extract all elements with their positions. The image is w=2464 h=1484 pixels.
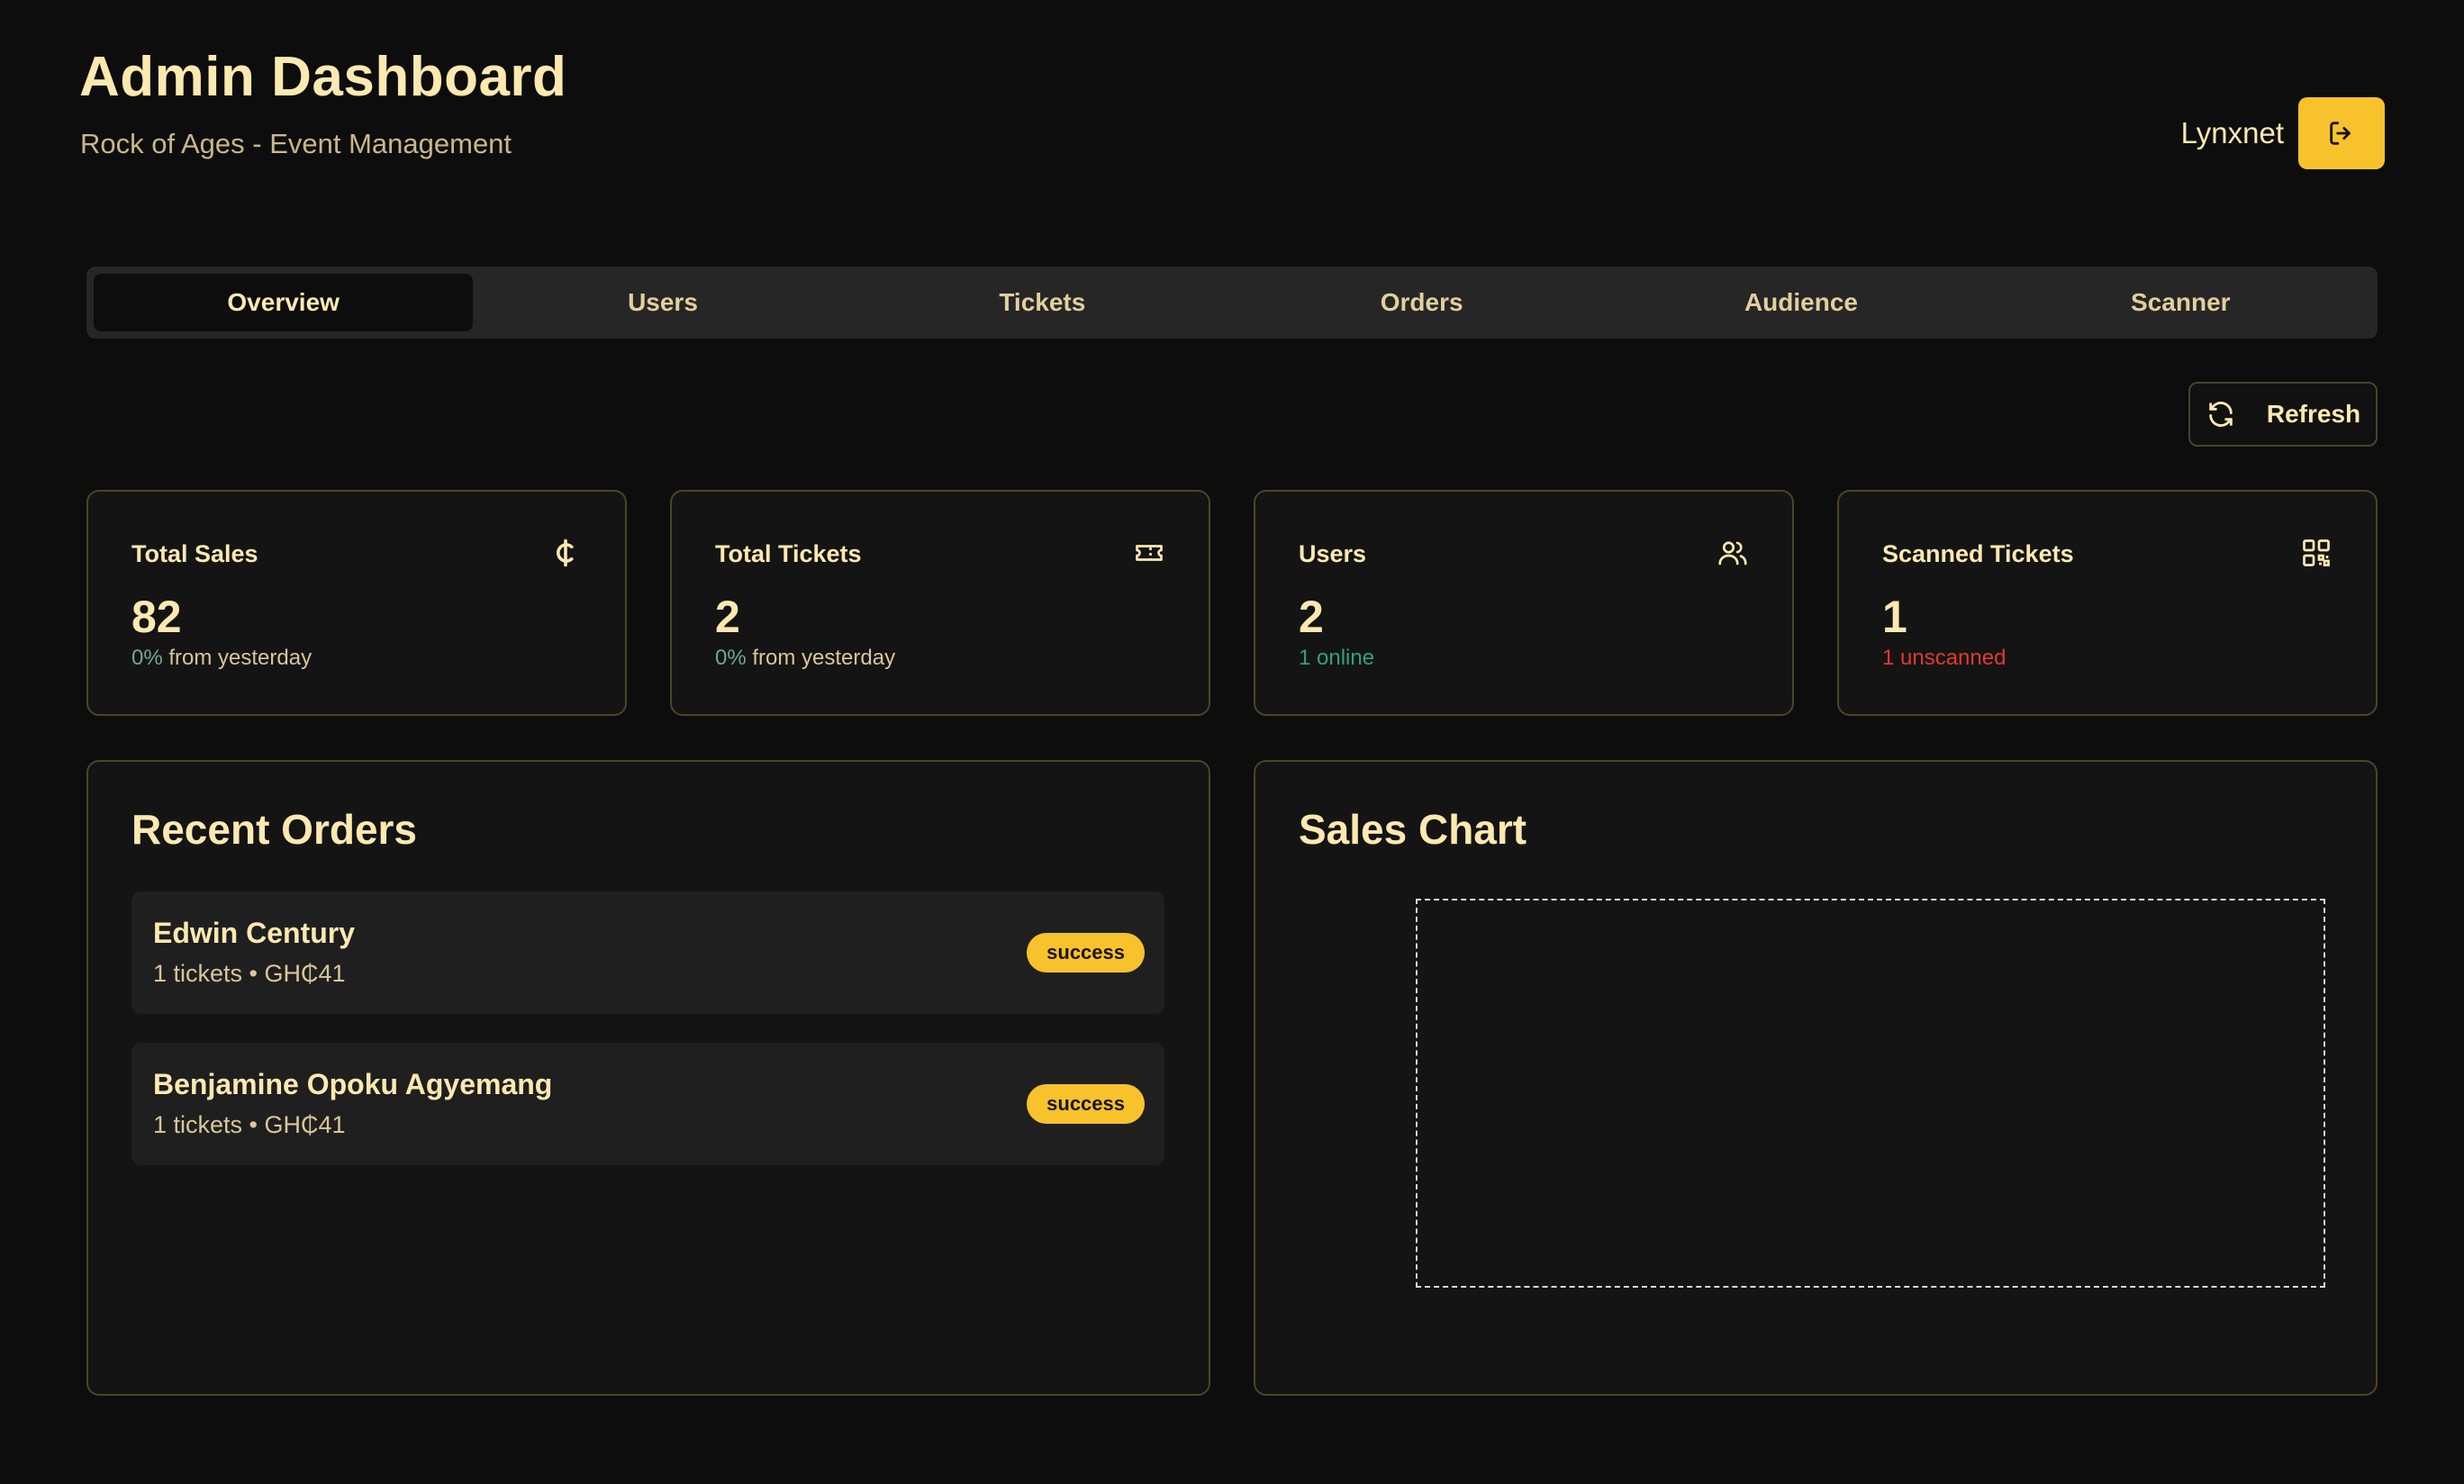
panel-title: Recent Orders <box>131 806 418 853</box>
order-customer-name: Edwin Century <box>153 917 356 949</box>
admin-dashboard: Admin Dashboard Rock of Ages - Event Man… <box>0 0 2464 1484</box>
sales-chart-placeholder <box>1416 899 2325 1288</box>
stat-value: 2 <box>715 592 740 642</box>
logout-icon <box>2330 122 2351 145</box>
stat-value: 82 <box>131 592 182 642</box>
stat-title: Total Tickets <box>715 540 862 567</box>
page-title: Admin Dashboard <box>79 46 567 108</box>
stat-card-total-tickets: Total Tickets 2 0% from yesterday <box>670 490 1210 716</box>
stat-value: 1 <box>1882 592 1907 642</box>
tab-users[interactable]: Users <box>473 274 852 331</box>
order-meta: 1 tickets • GH₵41 <box>153 960 346 987</box>
stat-card-total-sales: Total Sales 82 0% from yesterday <box>86 490 627 716</box>
list-item[interactable]: Benjamine Opoku Agyemang 1 tickets • GH₵… <box>131 1043 1164 1165</box>
stat-subtext: 1 unscanned <box>1882 646 2007 670</box>
panel-title: Sales Chart <box>1299 806 1527 853</box>
refresh-label: Refresh <box>2266 400 2361 428</box>
stat-subtext: 0% from yesterday <box>715 646 896 670</box>
users-icon <box>1718 541 1747 566</box>
list-item[interactable]: Edwin Century 1 tickets • GH₵41 success <box>131 891 1164 1014</box>
status-badge: success <box>1027 933 1145 973</box>
stat-card-scanned-tickets: Scanned Tickets 1 1 unscanned <box>1837 490 2378 716</box>
refresh-icon <box>2209 402 2233 427</box>
tab-overview[interactable]: Overview <box>94 274 474 331</box>
user-name: Lynxnet <box>2180 116 2284 149</box>
stat-title: Scanned Tickets <box>1882 540 2074 567</box>
refresh-button[interactable]: Refresh <box>2188 382 2378 447</box>
stat-subtext: 1 online <box>1299 646 1375 670</box>
qr-code-icon <box>2303 539 2330 566</box>
cedi-icon <box>557 538 574 567</box>
recent-orders-panel: Recent Orders Edwin Century 1 tickets • … <box>86 760 1210 1396</box>
order-meta: 1 tickets • GH₵41 <box>153 1111 346 1138</box>
tab-orders[interactable]: Orders <box>1232 274 1611 331</box>
stat-title: Users <box>1299 540 1367 567</box>
stat-subtext: 0% from yesterday <box>131 646 313 670</box>
main-tabs: Overview Users Tickets Orders Audience S… <box>86 267 2378 339</box>
tab-audience[interactable]: Audience <box>1611 274 1990 331</box>
logout-button[interactable] <box>2298 97 2385 169</box>
stat-title: Total Sales <box>131 540 258 567</box>
user-area: Lynxnet <box>2181 97 2385 169</box>
tab-scanner[interactable]: Scanner <box>1991 274 2370 331</box>
ticket-icon <box>1136 545 1163 561</box>
sales-chart-panel: Sales Chart <box>1254 760 2378 1396</box>
order-customer-name: Benjamine Opoku Agyemang <box>153 1068 553 1100</box>
page-subtitle: Rock of Ages - Event Management <box>80 128 512 159</box>
stat-value: 2 <box>1299 592 1324 642</box>
stat-card-users: Users 2 1 online <box>1254 490 1794 716</box>
tab-tickets[interactable]: Tickets <box>853 274 1232 331</box>
status-badge: success <box>1027 1084 1145 1124</box>
